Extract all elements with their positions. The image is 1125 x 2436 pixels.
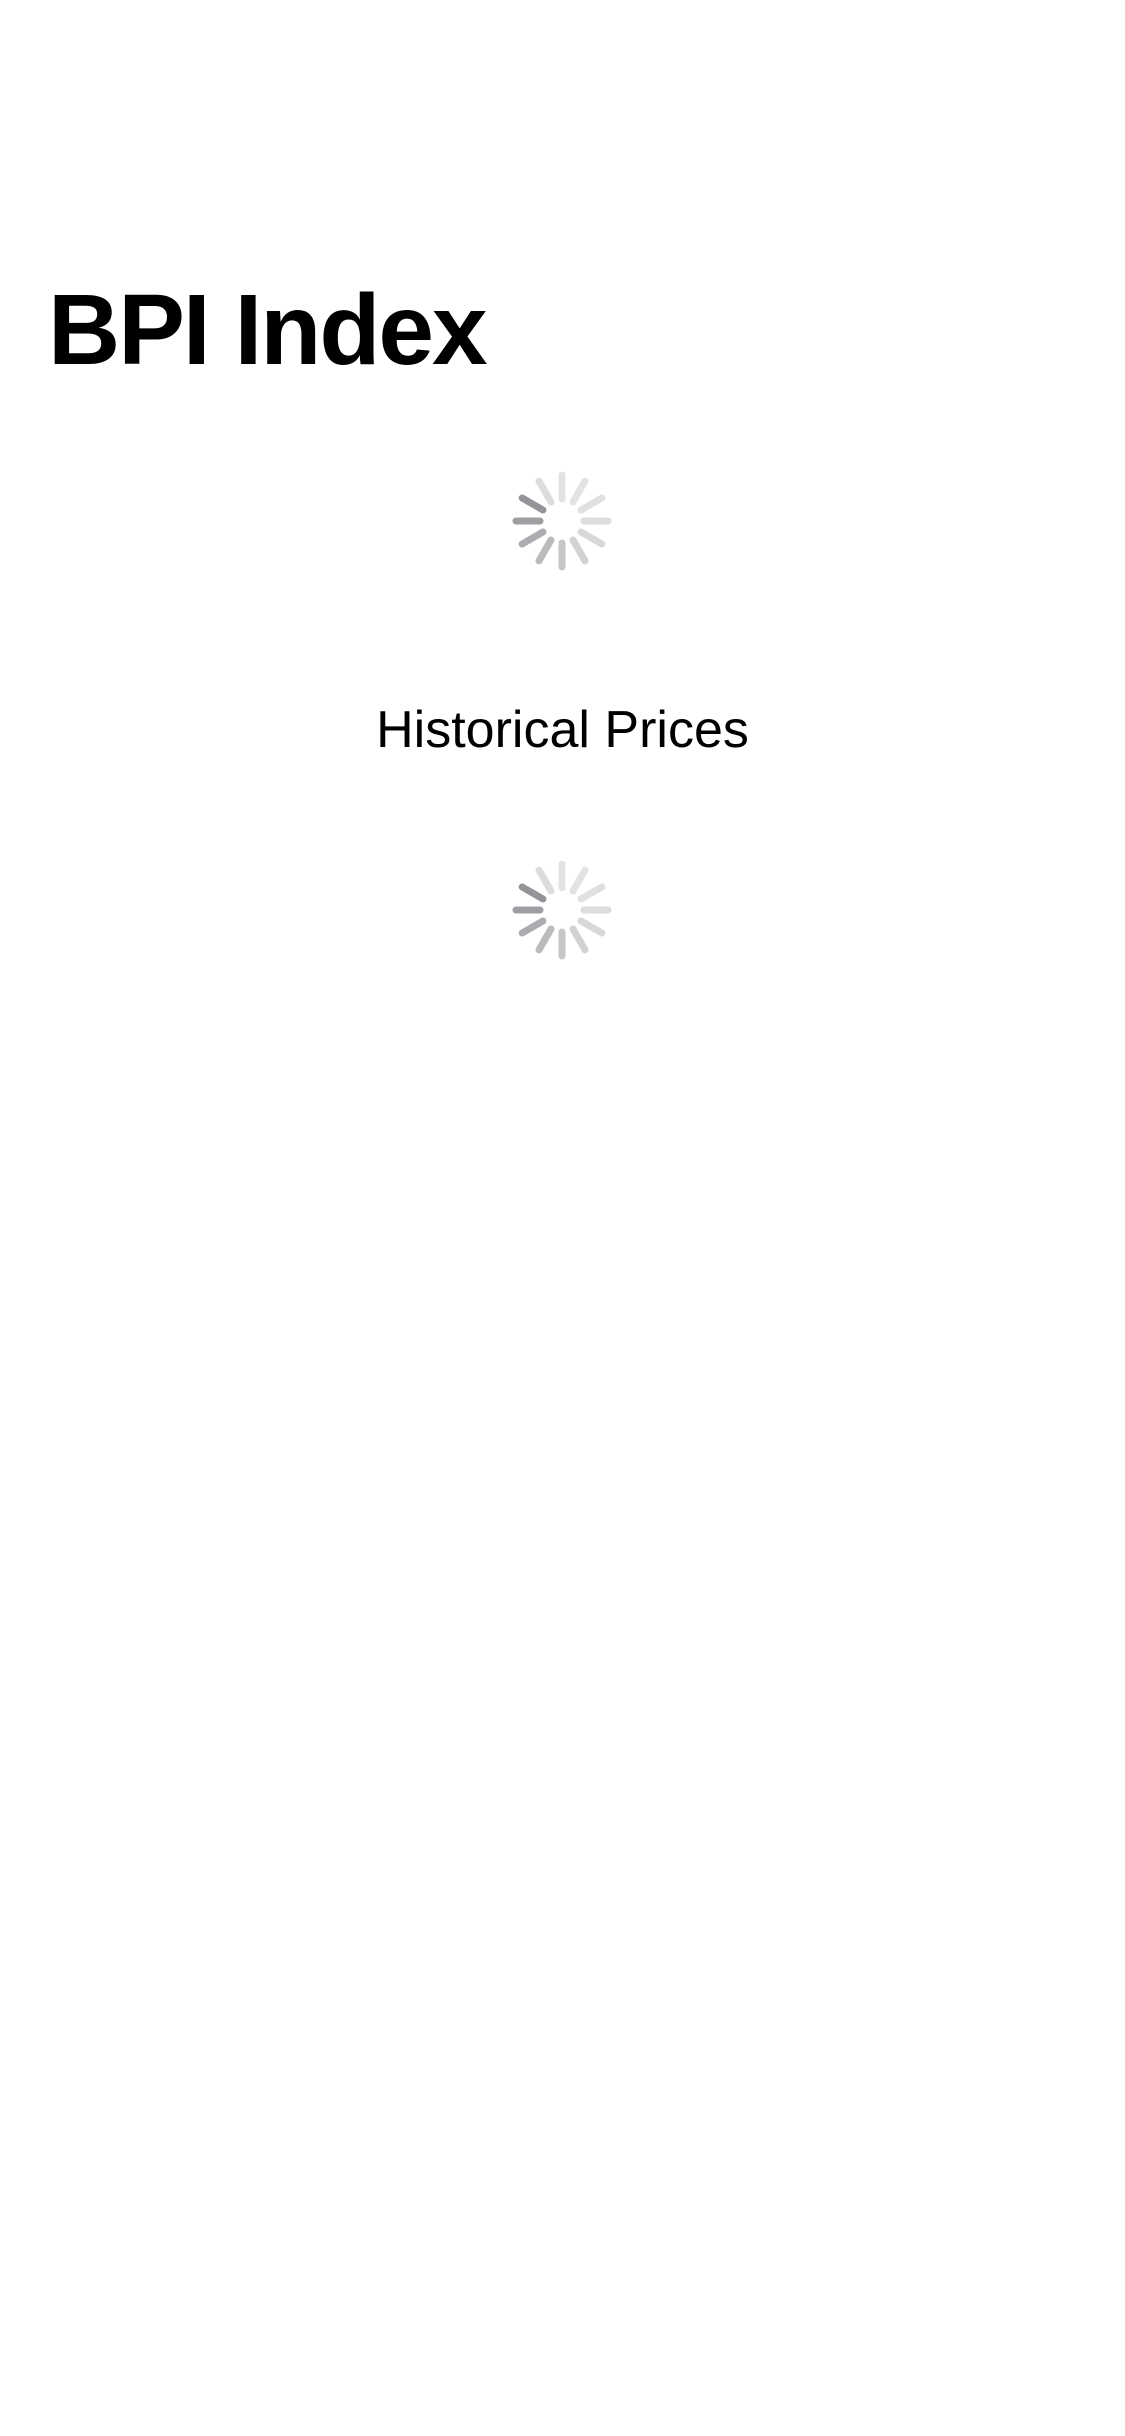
bpi-index-screen: BPI Index Historical Prices	[0, 0, 1125, 2436]
spinner-spoke	[569, 866, 589, 895]
spinner-spoke	[569, 925, 589, 954]
spinner-spoke	[535, 925, 555, 954]
spinner-spoke	[569, 477, 589, 506]
spinner-spoke	[518, 494, 547, 514]
spinner-spoke	[577, 528, 606, 548]
spinner-spoke	[535, 866, 555, 895]
page-title: BPI Index	[48, 274, 488, 386]
spinner-spoke	[535, 536, 555, 565]
spinner-spoke	[577, 494, 606, 514]
spinner-spoke	[518, 883, 547, 903]
spinner-spoke	[577, 883, 606, 903]
current-price-activity-indicator-icon	[507, 466, 617, 576]
spinner-spoke	[577, 917, 606, 937]
historical-prices-activity-indicator-icon	[507, 855, 617, 965]
historical-prices-heading: Historical Prices	[376, 701, 749, 759]
spinner-spoke	[569, 536, 589, 565]
spinner-spoke	[518, 528, 547, 548]
spinner-spoke	[518, 917, 547, 937]
spinner-spoke	[535, 477, 555, 506]
